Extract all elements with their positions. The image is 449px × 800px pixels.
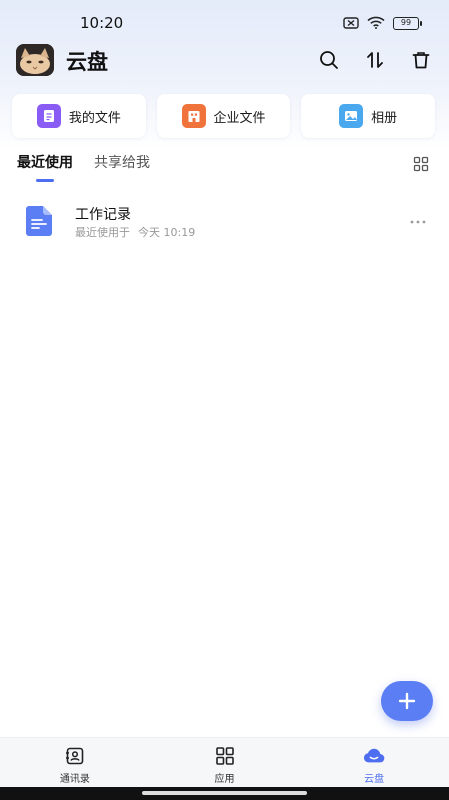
nav-cloud-drive[interactable]: 云盘	[299, 738, 449, 787]
apps-icon	[214, 746, 236, 766]
search-button[interactable]	[317, 48, 341, 72]
status-time: 10:20	[80, 14, 124, 32]
nav-cloud-drive-label: 云盘	[364, 774, 385, 785]
search-icon	[320, 51, 338, 69]
my-files-card[interactable]: 我的文件	[12, 94, 146, 138]
enterprise-files-label: 企业文件	[213, 110, 266, 126]
list-item[interactable]: 工作记录 最近使用于 今天 10:19	[0, 198, 449, 246]
file-name: 工作记录	[75, 207, 131, 223]
more-icon	[410, 220, 426, 224]
album-icon	[339, 104, 364, 128]
nav-apps[interactable]: 应用	[150, 738, 300, 787]
transfer-button[interactable]	[363, 48, 387, 72]
bottom-nav: 通讯录 应用 云盘	[0, 737, 449, 787]
album-card[interactable]: 相册	[301, 94, 436, 138]
wifi-icon	[367, 14, 385, 33]
album-label: 相册	[371, 110, 398, 126]
status-bar: 10:20 99	[0, 0, 449, 44]
tab-bar: 最近使用 共享给我	[17, 152, 150, 184]
more-options-button[interactable]	[409, 210, 427, 229]
avatar[interactable]	[16, 44, 54, 76]
document-icon	[22, 204, 56, 238]
add-button[interactable]	[381, 681, 433, 721]
file-meta-label: 最近使用于	[75, 226, 130, 239]
nav-contacts[interactable]: 通讯录	[0, 738, 150, 787]
contacts-icon	[64, 746, 86, 766]
nav-apps-label: 应用	[214, 774, 235, 785]
tab-recent[interactable]: 最近使用	[17, 152, 73, 182]
file-meta-time: 今天 10:19	[138, 226, 196, 239]
my-files-label: 我的文件	[68, 110, 121, 126]
signal-off-icon	[343, 14, 359, 33]
battery-indicator: 99	[393, 17, 422, 30]
quick-access: 我的文件 企业文件 相册	[12, 94, 436, 138]
enterprise-files-icon	[181, 104, 206, 128]
recycle-bin-button[interactable]	[409, 48, 433, 72]
app-header: 云盘	[16, 44, 433, 80]
cloud-icon	[363, 746, 385, 766]
trash-icon	[412, 52, 430, 69]
nav-contacts-label: 通讯录	[59, 774, 90, 785]
page-title: 云盘	[66, 50, 108, 74]
transfer-icon	[367, 52, 383, 68]
status-icons: 99	[343, 14, 422, 33]
file-meta: 最近使用于 今天 10:19	[75, 224, 195, 240]
tab-shared-with-me[interactable]: 共享给我	[94, 152, 150, 182]
enterprise-files-card[interactable]: 企业文件	[156, 94, 291, 138]
home-indicator	[0, 787, 449, 800]
plus-icon	[398, 692, 416, 710]
header-actions	[317, 48, 433, 72]
grid-view-icon	[413, 156, 429, 172]
grid-view-button[interactable]	[413, 156, 429, 172]
my-files-icon	[36, 104, 61, 128]
